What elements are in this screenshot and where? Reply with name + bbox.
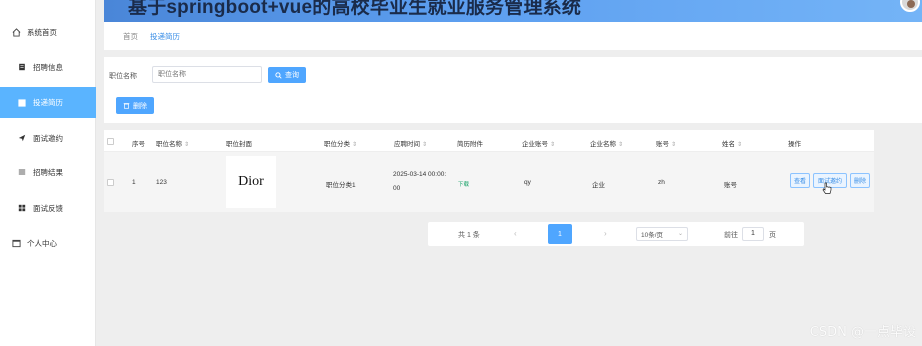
app-title: 基于springboot+vue的高校毕业生就业服务管理系统 [128, 0, 582, 18]
col-header-cover: 职位封面 [226, 141, 252, 148]
page-size-select[interactable]: 10条/页 ⌄ [636, 227, 688, 241]
col-header-account[interactable]: 账号 ⇕ [656, 138, 676, 148]
col-header-company-account[interactable]: 企业账号 ⇕ [522, 138, 555, 148]
trash-icon [123, 103, 130, 109]
col-header-index: 序号 [132, 141, 145, 148]
sort-icon: ⇕ [618, 142, 624, 148]
table-row: 1 123 Dior 职位分类1 2025-03-14 00:00: 00 下载… [104, 152, 874, 212]
col-header-label: 姓名 [722, 141, 735, 148]
col-header-label: 职位名称 [156, 141, 182, 148]
page-size-value: 10条/页 [641, 232, 664, 239]
sidebar-item-personal-center[interactable]: 个人中心 [0, 228, 96, 258]
job-name-input[interactable] [152, 66, 262, 83]
col-header-job-name[interactable]: 职位名称 ⇕ [156, 138, 189, 148]
main-area: 基于springboot+vue的高校毕业生就业服务管理系统 首页 投递简历 职… [96, 0, 922, 346]
grid-icon [16, 97, 28, 109]
col-header-name[interactable]: 姓名 ⇕ [722, 138, 742, 148]
breadcrumb-current: 投递简历 [150, 31, 180, 41]
batch-delete-button[interactable]: 删除 [116, 97, 154, 114]
cell-index: 1 [132, 179, 136, 186]
col-header-company-name[interactable]: 企业名称 ⇕ [590, 138, 623, 148]
sidebar-item-interview-invite[interactable]: 面试邀约 [0, 123, 96, 153]
sort-icon: ⇕ [671, 142, 677, 148]
page-unit-label: 页 [769, 232, 776, 239]
col-header-apply-time[interactable]: 应聘时间 ⇕ [394, 138, 427, 148]
sidebar: 系统首页 招聘信息 投递简历 面试邀约 招聘结果 面试反馈 个人中心 [0, 0, 96, 346]
sort-icon: ⇕ [737, 142, 743, 148]
sidebar-item-home[interactable]: 系统首页 [0, 17, 96, 47]
cover-logo-text: Dior [238, 174, 264, 189]
col-header-label: 应聘时间 [394, 141, 420, 148]
table-header: 序号 职位名称 ⇕ 职位封面 职位分类 ⇕ 应聘时间 ⇕ 简历附件 企业账号 ⇕ 企业名… [104, 130, 874, 152]
resume-table: 序号 职位名称 ⇕ 职位封面 职位分类 ⇕ 应聘时间 ⇕ 简历附件 企业账号 ⇕ 企业名… [104, 130, 874, 212]
cell-job-name: 123 [156, 179, 167, 186]
sidebar-item-recruitment-info[interactable]: 招聘信息 [0, 52, 96, 82]
window-icon [10, 237, 22, 249]
query-button-label: 查询 [285, 72, 299, 79]
cell-apply-time-line2: 00 [393, 185, 401, 192]
grid-icon [16, 202, 28, 214]
sidebar-item-label: 面试邀约 [33, 133, 63, 143]
sidebar-item-label: 面试反馈 [33, 203, 63, 213]
breadcrumb-home[interactable]: 首页 [123, 31, 138, 42]
next-page-button[interactable]: › [604, 229, 607, 238]
col-header-label: 账号 [656, 141, 669, 148]
sidebar-item-label: 系统首页 [27, 27, 57, 37]
col-header-actions: 操作 [788, 141, 801, 148]
list-icon [16, 166, 28, 178]
sidebar-item-label: 招聘结果 [33, 167, 63, 177]
cell-company-account: qy [524, 179, 531, 186]
search-panel: 职位名称 查询 删除 [104, 57, 922, 123]
col-header-category[interactable]: 职位分类 ⇕ [324, 138, 357, 148]
select-all-checkbox[interactable] [107, 138, 114, 145]
job-cover-image: Dior [226, 156, 276, 208]
watermark: CSDN @一点毕设 [809, 325, 916, 340]
col-header-attachment: 简历附件 [457, 141, 483, 148]
row-delete-button[interactable]: 删除 [850, 173, 870, 188]
send-icon [16, 132, 28, 144]
sort-icon: ⇕ [352, 142, 358, 148]
delete-button-label: 删除 [133, 102, 147, 110]
sort-icon: ⇕ [422, 142, 428, 148]
sidebar-item-submit-resume[interactable]: 投递简历 [0, 87, 96, 118]
prev-page-button[interactable]: ‹ [514, 229, 517, 238]
search-label: 职位名称 [109, 73, 137, 80]
attachment-download-link[interactable]: 下载 [458, 180, 469, 188]
sidebar-item-recruitment-result[interactable]: 招聘结果 [0, 157, 96, 187]
sort-icon: ⇕ [184, 142, 190, 148]
search-icon [275, 71, 282, 79]
cell-account: zh [658, 179, 665, 186]
sidebar-item-label: 招聘信息 [33, 62, 63, 72]
row-checkbox[interactable] [107, 179, 114, 186]
query-button[interactable]: 查询 [268, 67, 306, 83]
cell-apply-time-line1: 2025-03-14 00:00: [393, 171, 447, 178]
pagination: 共 1 条 ‹ 1 › 10条/页 ⌄ 前往 1 页 [428, 222, 804, 246]
app-header: 基于springboot+vue的高校毕业生就业服务管理系统 [104, 0, 922, 22]
pagination-total: 共 1 条 [458, 232, 480, 239]
sidebar-item-label: 投递简历 [33, 98, 63, 107]
home-icon [10, 26, 22, 38]
cell-company-name: 企业 [592, 182, 605, 189]
sidebar-item-interview-feedback[interactable]: 面试反馈 [0, 193, 96, 223]
avatar[interactable] [900, 0, 920, 12]
breadcrumb: 首页 投递简历 [104, 22, 922, 50]
chevron-down-icon: ⌄ [677, 231, 683, 237]
goto-page-input[interactable]: 1 [742, 227, 764, 241]
mouse-cursor-icon [822, 182, 832, 194]
col-header-label: 职位分类 [324, 141, 350, 148]
goto-label: 前往 [724, 232, 738, 239]
col-header-label: 企业名称 [590, 141, 616, 148]
view-button[interactable]: 查看 [790, 173, 810, 188]
document-icon [16, 61, 28, 73]
cell-category: 职位分类1 [326, 182, 356, 189]
cell-name: 账号 [724, 182, 737, 189]
sidebar-item-label: 个人中心 [27, 238, 57, 248]
col-header-label: 企业账号 [522, 141, 548, 148]
page-number-current[interactable]: 1 [548, 224, 572, 244]
sort-icon: ⇕ [550, 142, 556, 148]
